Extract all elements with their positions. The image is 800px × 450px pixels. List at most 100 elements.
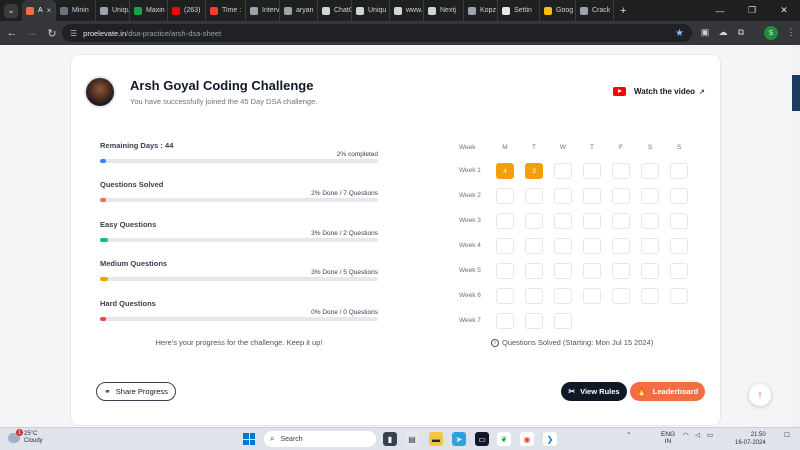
vscode-icon[interactable]: ❯ [543, 432, 557, 446]
calendar-day-cell[interactable] [641, 163, 659, 179]
bookmark-star-icon[interactable]: ★ [675, 28, 684, 39]
wifi-icon[interactable]: ◠ [683, 431, 689, 439]
browser-tab[interactable]: Interv [246, 0, 280, 21]
browser-tab[interactable]: Minin [56, 0, 96, 21]
browser-tab[interactable]: (263) [168, 0, 206, 21]
new-tab-icon[interactable]: + [620, 5, 626, 17]
calendar-day-cell[interactable]: 4 [496, 163, 514, 179]
task-view-icon[interactable]: ▮ [383, 432, 397, 446]
calendar-day-cell[interactable] [554, 188, 572, 204]
browser-tab[interactable]: www. [390, 0, 424, 21]
calendar-day-cell[interactable] [670, 213, 688, 229]
reload-icon[interactable]: ↻ [44, 25, 60, 41]
calendar-day-cell[interactable] [525, 213, 543, 229]
profile-avatar[interactable]: S [764, 26, 778, 40]
calendar-day-cell[interactable] [496, 313, 514, 329]
calendar-day-cell[interactable] [641, 188, 659, 204]
browser-tab[interactable]: ChatG [318, 0, 352, 21]
calendar-day-cell[interactable] [670, 288, 688, 304]
calendar-day-cell[interactable] [612, 188, 630, 204]
forward-icon[interactable]: → [24, 25, 40, 41]
file-explorer-icon[interactable]: ▬ [429, 432, 443, 446]
share-progress-button[interactable]: ⚭ Share Progress [96, 382, 176, 401]
tray-overflow-icon[interactable]: ⌃ [626, 431, 631, 439]
browser-tab[interactable]: A × [22, 0, 56, 21]
calendar-day-cell[interactable] [612, 288, 630, 304]
browser-tab[interactable]: Settin [498, 0, 540, 21]
calendar-day-cell[interactable] [670, 163, 688, 179]
calendar-day-cell[interactable] [641, 288, 659, 304]
calendar-day-cell[interactable] [670, 263, 688, 279]
leaderboard-button[interactable]: 🔥 Leaderboard [630, 382, 705, 401]
cast-icon[interactable]: ▣ [698, 25, 712, 39]
browser-tab[interactable]: Uniqu [352, 0, 390, 21]
calendar-day-cell[interactable] [554, 288, 572, 304]
calendar-day-cell[interactable] [525, 313, 543, 329]
volume-icon[interactable]: ◁ [695, 431, 700, 439]
chrome-icon[interactable]: ◉ [520, 432, 534, 446]
tab-close-icon[interactable]: × [47, 6, 52, 15]
browser-tab[interactable]: Time : [206, 0, 246, 21]
calendar-day-cell[interactable] [583, 163, 601, 179]
browser-tab[interactable]: Kopz [464, 0, 498, 21]
calendar-day-cell[interactable] [583, 213, 601, 229]
maximize-icon[interactable]: ❐ [736, 0, 768, 21]
calendar-day-cell[interactable] [554, 163, 572, 179]
browser-tab[interactable]: Goog [540, 0, 576, 21]
calendar-day-cell[interactable] [554, 313, 572, 329]
weather-widget[interactable]: 1 25°C Cloudy [8, 429, 43, 445]
calendar-day-cell[interactable] [525, 263, 543, 279]
calendar-day-cell[interactable] [641, 238, 659, 254]
mongodb-icon[interactable]: ❦ [497, 432, 511, 446]
calendar-day-cell[interactable] [525, 188, 543, 204]
calendar-day-cell[interactable] [670, 238, 688, 254]
calendar-day-cell[interactable] [612, 238, 630, 254]
address-bar[interactable]: ☰ proelevate.in/dsa-practice/arsh-dsa-sh… [62, 24, 692, 42]
calendar-day-cell[interactable] [554, 213, 572, 229]
site-info-icon[interactable]: ☰ [70, 29, 77, 38]
windows-start-icon[interactable] [243, 433, 255, 445]
close-window-icon[interactable]: ✕ [768, 0, 800, 21]
view-rules-button[interactable]: ✂ View Rules [561, 382, 627, 401]
language-indicator[interactable]: ENG IN [661, 431, 675, 445]
calendar-day-cell[interactable] [583, 238, 601, 254]
calendar-day-cell[interactable] [525, 238, 543, 254]
watch-video-link[interactable]: Watch the video ↗ [613, 87, 705, 96]
browser-tab[interactable]: Maxin [130, 0, 168, 21]
calendar-day-cell[interactable] [554, 238, 572, 254]
browser-tab[interactable]: Uniqu [96, 0, 130, 21]
calendar-day-cell[interactable] [583, 263, 601, 279]
widgets-icon[interactable]: ▤ [405, 432, 419, 446]
browser-tab[interactable]: Nextj [424, 0, 464, 21]
calendar-day-cell[interactable] [496, 263, 514, 279]
calendar-day-cell[interactable] [554, 263, 572, 279]
taskbar-search[interactable]: ⌕ Search [264, 431, 376, 447]
extension-leaf-icon[interactable]: ☁ [716, 25, 730, 39]
terminal-icon[interactable]: ▭ [475, 432, 489, 446]
extensions-puzzle-icon[interactable]: ⧉ [734, 25, 748, 39]
calendar-day-cell[interactable] [612, 163, 630, 179]
calendar-day-cell[interactable] [641, 213, 659, 229]
tab-search-icon[interactable]: ⌄ [4, 3, 18, 18]
calendar-day-cell[interactable] [583, 188, 601, 204]
calendar-day-cell[interactable] [496, 213, 514, 229]
browser-menu-icon[interactable]: ⋮ [784, 25, 798, 39]
scroll-to-top-button[interactable]: ↑ [749, 384, 771, 406]
minimize-icon[interactable]: — [704, 0, 736, 21]
calendar-day-cell[interactable] [641, 263, 659, 279]
system-clock[interactable]: 21:50 16-07-2024 [735, 431, 766, 447]
telegram-icon[interactable]: ➤ [452, 432, 466, 446]
back-icon[interactable]: ← [4, 25, 20, 41]
calendar-day-cell[interactable] [496, 288, 514, 304]
calendar-day-cell[interactable] [612, 213, 630, 229]
calendar-day-cell[interactable] [525, 288, 543, 304]
browser-tab[interactable]: Crack [576, 0, 614, 21]
calendar-day-cell[interactable] [670, 188, 688, 204]
battery-icon[interactable]: ▭ [707, 431, 713, 439]
calendar-day-cell[interactable] [496, 188, 514, 204]
browser-tab[interactable]: aryan [280, 0, 318, 21]
notifications-icon[interactable]: ☐ [784, 431, 790, 439]
calendar-day-cell[interactable] [583, 288, 601, 304]
calendar-day-cell[interactable] [612, 263, 630, 279]
calendar-day-cell[interactable]: 3 [525, 163, 543, 179]
